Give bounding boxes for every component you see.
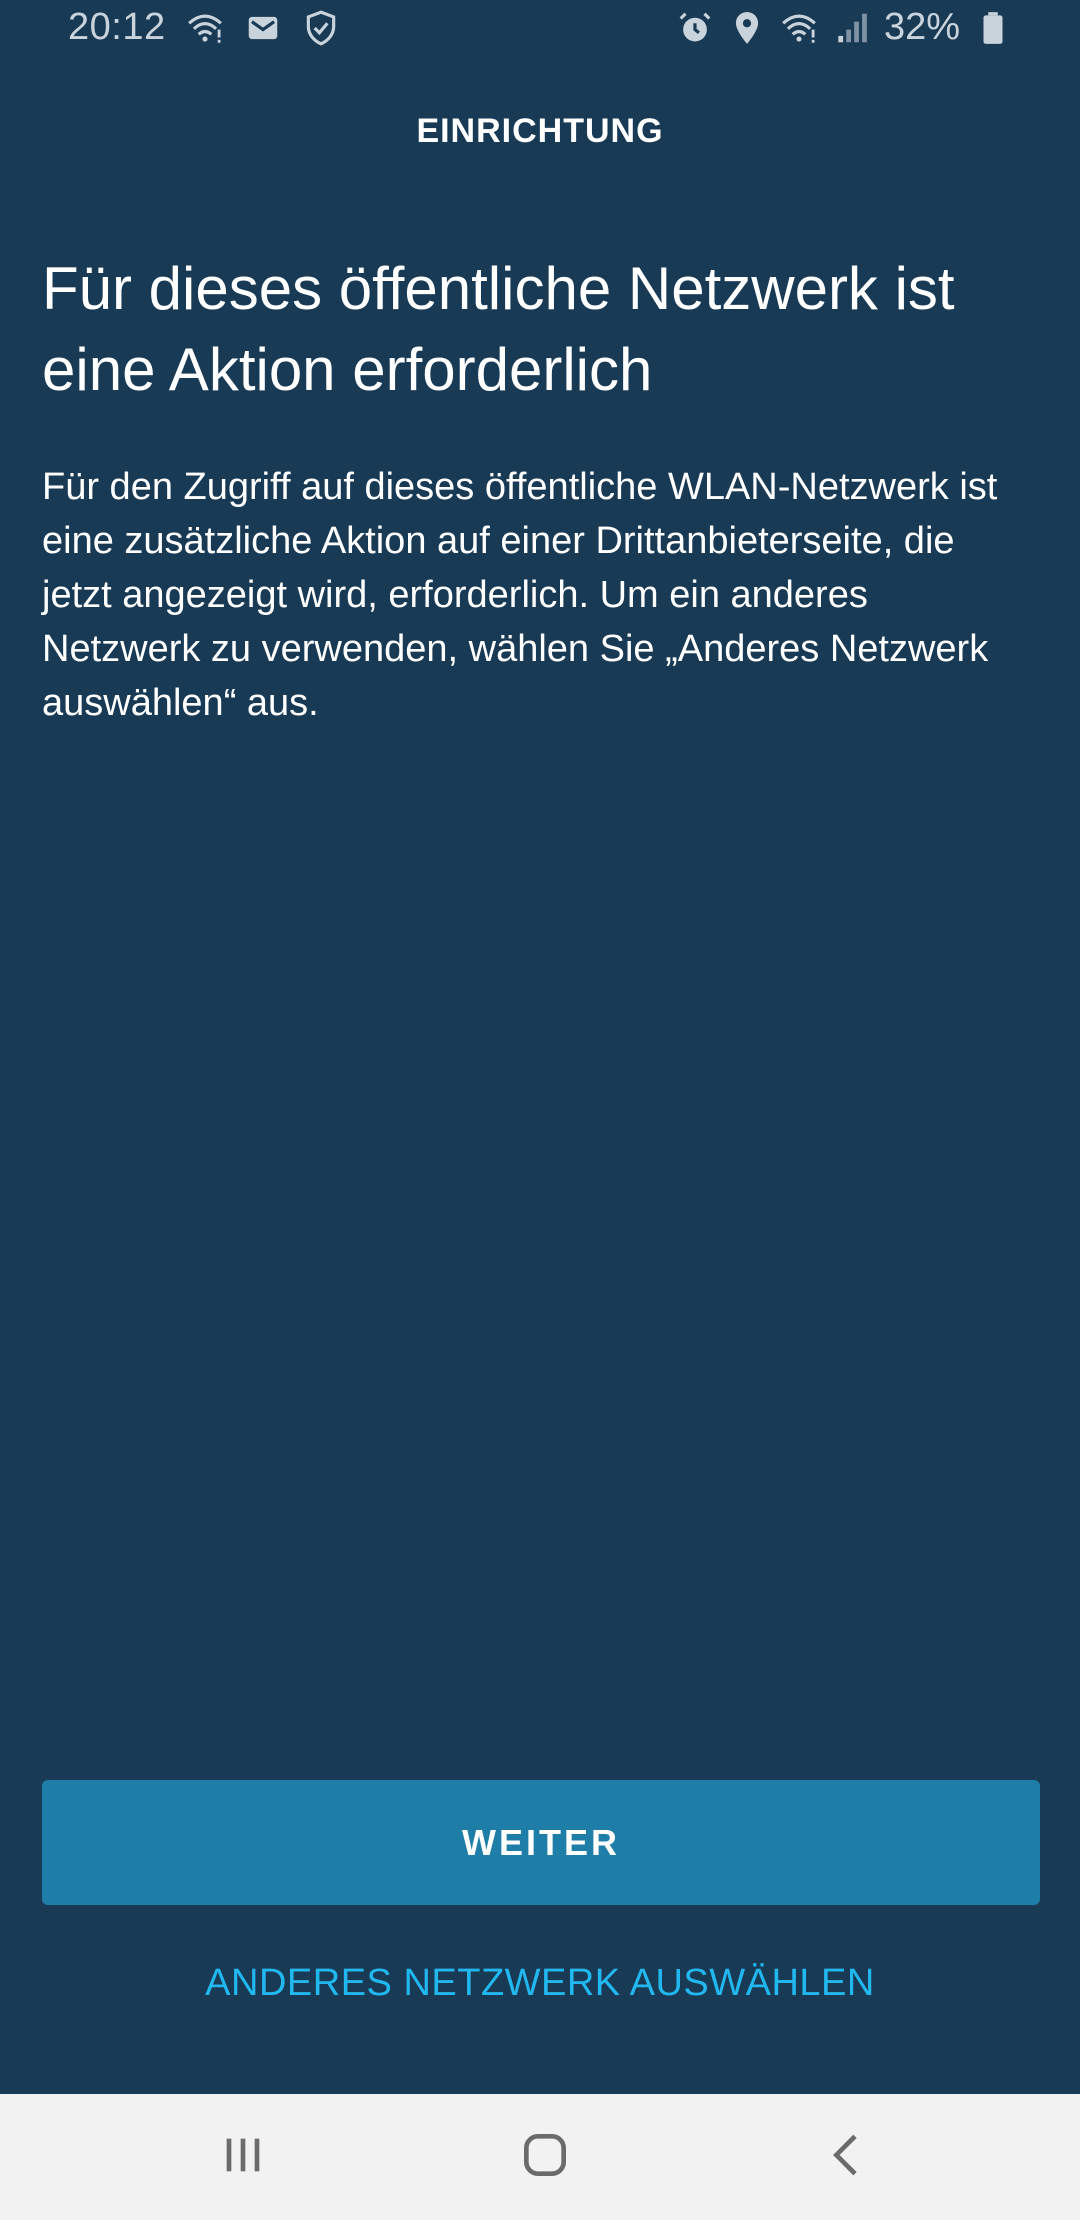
status-time: 20:12 bbox=[68, 6, 166, 48]
wifi-icon bbox=[780, 9, 818, 47]
mail-icon bbox=[244, 9, 282, 47]
alarm-icon bbox=[676, 9, 714, 47]
back-button[interactable] bbox=[815, 2124, 881, 2190]
status-bar-left: 20:12 bbox=[68, 6, 340, 49]
main-content: Für dieses öffentliche Netzwerk ist eine… bbox=[42, 248, 1032, 730]
back-icon bbox=[820, 2127, 876, 2188]
continue-button[interactable]: WEITER bbox=[42, 1780, 1040, 1905]
headline: Für dieses öffentliche Netzwerk ist eine… bbox=[42, 255, 955, 403]
battery-percent: 32% bbox=[883, 6, 960, 48]
navigation-bar bbox=[0, 2094, 1080, 2220]
recents-icon bbox=[215, 2127, 271, 2188]
status-bar: 20:12 32% bbox=[0, 0, 1080, 64]
description-text: Für den Zugriff auf dieses öffentliche W… bbox=[42, 466, 998, 724]
page-title: EINRICHTUNG bbox=[416, 112, 664, 150]
wifi-icon bbox=[186, 9, 224, 47]
shield-icon bbox=[302, 9, 340, 47]
setup-screen: 20:12 32% EINRICHTUNG Für dieses öffentl… bbox=[0, 0, 1080, 2220]
continue-button-label: WEITER bbox=[462, 1821, 620, 1863]
choose-other-network-link[interactable]: ANDERES NETZWERK AUSWÄHLEN bbox=[0, 1962, 1080, 2005]
location-icon bbox=[728, 9, 766, 47]
home-icon bbox=[517, 2127, 573, 2188]
recents-button[interactable] bbox=[210, 2124, 276, 2190]
home-button[interactable] bbox=[512, 2124, 578, 2190]
status-bar-right: 32% bbox=[676, 6, 1012, 49]
signal-icon bbox=[832, 9, 870, 47]
battery-icon bbox=[974, 9, 1012, 47]
